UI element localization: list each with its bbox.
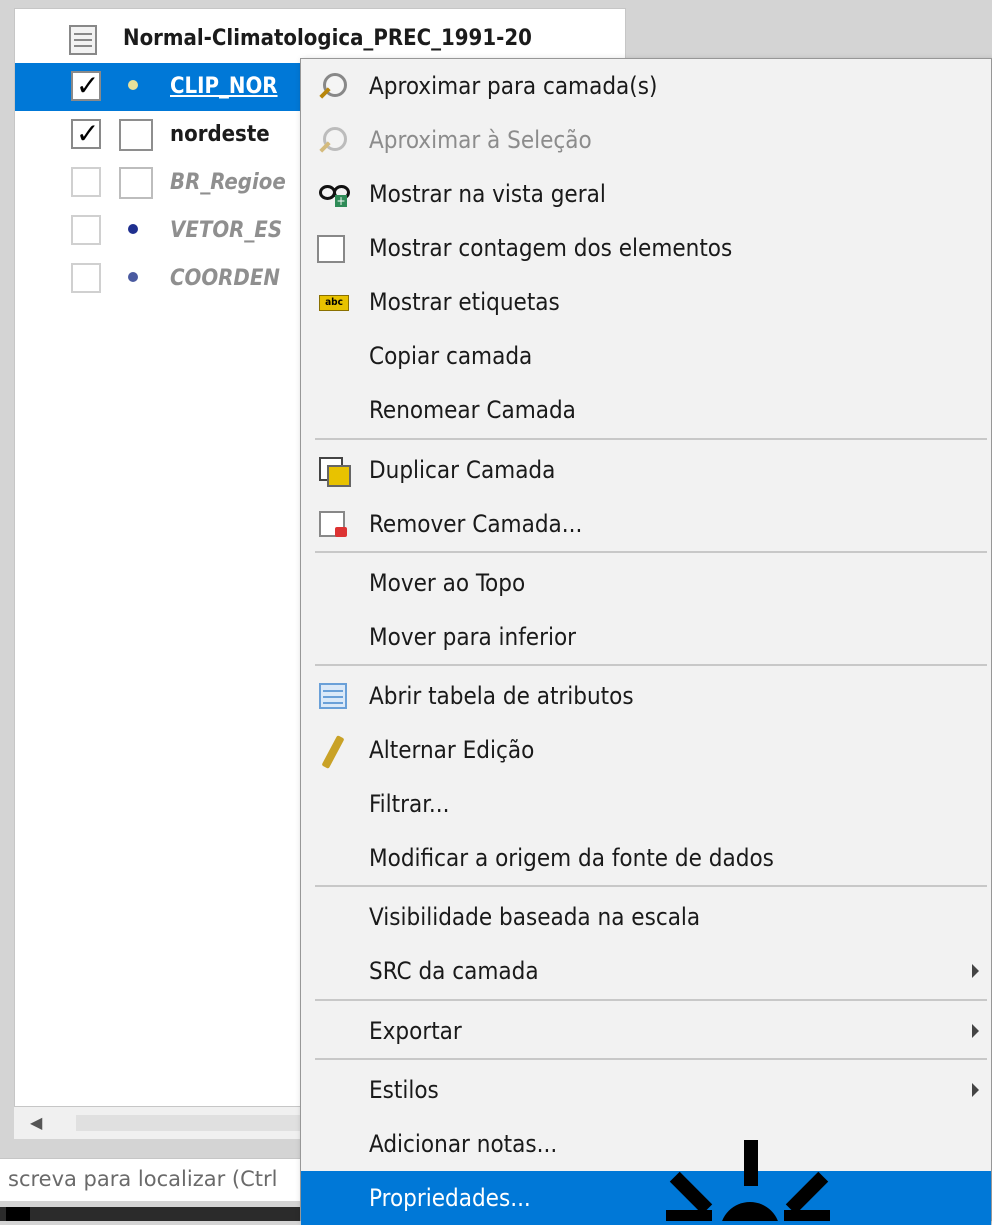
layer-visibility-checkbox[interactable]: ✓ xyxy=(71,69,101,102)
remove-layer-icon xyxy=(319,511,347,537)
labels-icon: abc xyxy=(319,295,349,311)
menu-item-layer-crs[interactable]: SRC da camada xyxy=(301,944,991,998)
menu-item-show-feature-count[interactable]: Mostrar contagem dos elementos xyxy=(301,221,991,275)
menu-item-zoom-to-selection[interactable]: Aproximar à Seleção xyxy=(301,113,991,167)
menu-item-properties[interactable]: Propriedades... xyxy=(301,1171,991,1225)
layer-name: CLIP_NOR xyxy=(170,74,278,99)
menu-item-duplicate-layer[interactable]: Duplicar Camada xyxy=(301,443,991,497)
menu-item-add-notes[interactable]: Adicionar notas... xyxy=(301,1117,991,1171)
point-symbol-icon xyxy=(128,80,138,90)
layer-name: VETOR_ES xyxy=(170,218,283,243)
menu-item-filter[interactable]: Filtrar... xyxy=(301,777,991,831)
layer-visibility-checkbox[interactable]: ✓ xyxy=(71,117,101,150)
submenu-arrow-icon xyxy=(972,1083,979,1097)
layer-group-name: Normal-Climatologica_PREC_1991-20 xyxy=(123,26,532,51)
attribute-table-icon xyxy=(319,683,347,709)
layer-name: nordeste xyxy=(170,122,270,147)
checkbox-icon[interactable] xyxy=(317,235,345,263)
layer-name: COORDEN xyxy=(170,266,280,291)
menu-separator xyxy=(315,438,987,440)
submenu-arrow-icon xyxy=(972,964,979,978)
layer-visibility-checkbox[interactable] xyxy=(71,215,101,245)
menu-item-open-attribute-table[interactable]: Abrir tabela de atributos xyxy=(301,669,991,723)
raster-table-icon xyxy=(69,25,97,55)
menu-separator xyxy=(315,885,987,887)
point-symbol-icon xyxy=(128,272,138,282)
duplicate-layer-icon xyxy=(319,457,351,487)
sun-icon xyxy=(648,1140,848,1221)
submenu-arrow-icon xyxy=(972,1024,979,1038)
menu-item-move-to-bottom[interactable]: Mover para inferior xyxy=(301,610,991,664)
layer-visibility-checkbox[interactable] xyxy=(71,167,101,197)
layer-context-menu: Aproximar para camada(s) Aproximar à Sel… xyxy=(300,58,992,1225)
menu-separator xyxy=(315,1058,987,1060)
menu-item-styles[interactable]: Estilos xyxy=(301,1063,991,1117)
zoom-layer-icon xyxy=(319,73,347,99)
menu-item-move-to-top[interactable]: Mover ao Topo xyxy=(301,556,991,610)
menu-item-copy-layer[interactable]: Copiar camada xyxy=(301,329,991,383)
menu-item-export[interactable]: Exportar xyxy=(301,1004,991,1058)
locator-search-bar[interactable]: screva para localizar (Ctrl xyxy=(0,1158,300,1201)
scroll-left-icon[interactable]: ◀ xyxy=(30,1113,42,1132)
menu-separator xyxy=(315,999,987,1001)
menu-item-scale-visibility[interactable]: Visibilidade baseada na escala xyxy=(301,890,991,944)
search-placeholder: screva para localizar (Ctrl xyxy=(8,1167,278,1191)
menu-item-toggle-editing[interactable]: Alternar Edição xyxy=(301,723,991,777)
menu-item-remove-layer[interactable]: Remover Camada... xyxy=(301,497,991,551)
menu-item-zoom-to-layer[interactable]: Aproximar para camada(s) xyxy=(301,59,991,113)
polygon-symbol-icon xyxy=(119,167,153,199)
scroll-track[interactable] xyxy=(76,1115,306,1131)
menu-item-change-data-source[interactable]: Modificar a origem da fonte de dados xyxy=(301,831,991,885)
layer-group-row[interactable]: Normal-Climatologica_PREC_1991-20 xyxy=(15,15,627,63)
overview-icon: + xyxy=(319,181,350,207)
horizontal-scrollbar[interactable]: ◀ xyxy=(14,1106,306,1139)
menu-item-show-labels[interactable]: abc Mostrar etiquetas xyxy=(301,275,991,329)
status-bar xyxy=(0,1207,300,1221)
layer-visibility-checkbox[interactable] xyxy=(71,263,101,293)
menu-item-show-in-overview[interactable]: + Mostrar na vista geral xyxy=(301,167,991,221)
pencil-icon xyxy=(319,735,347,769)
zoom-selection-icon xyxy=(319,127,347,153)
menu-separator xyxy=(315,664,987,666)
menu-separator xyxy=(315,551,987,553)
polygon-symbol-icon xyxy=(119,119,153,151)
point-symbol-icon xyxy=(128,224,138,234)
menu-item-rename-layer[interactable]: Renomear Camada xyxy=(301,383,991,437)
layer-name: BR_Regioe xyxy=(170,170,286,195)
